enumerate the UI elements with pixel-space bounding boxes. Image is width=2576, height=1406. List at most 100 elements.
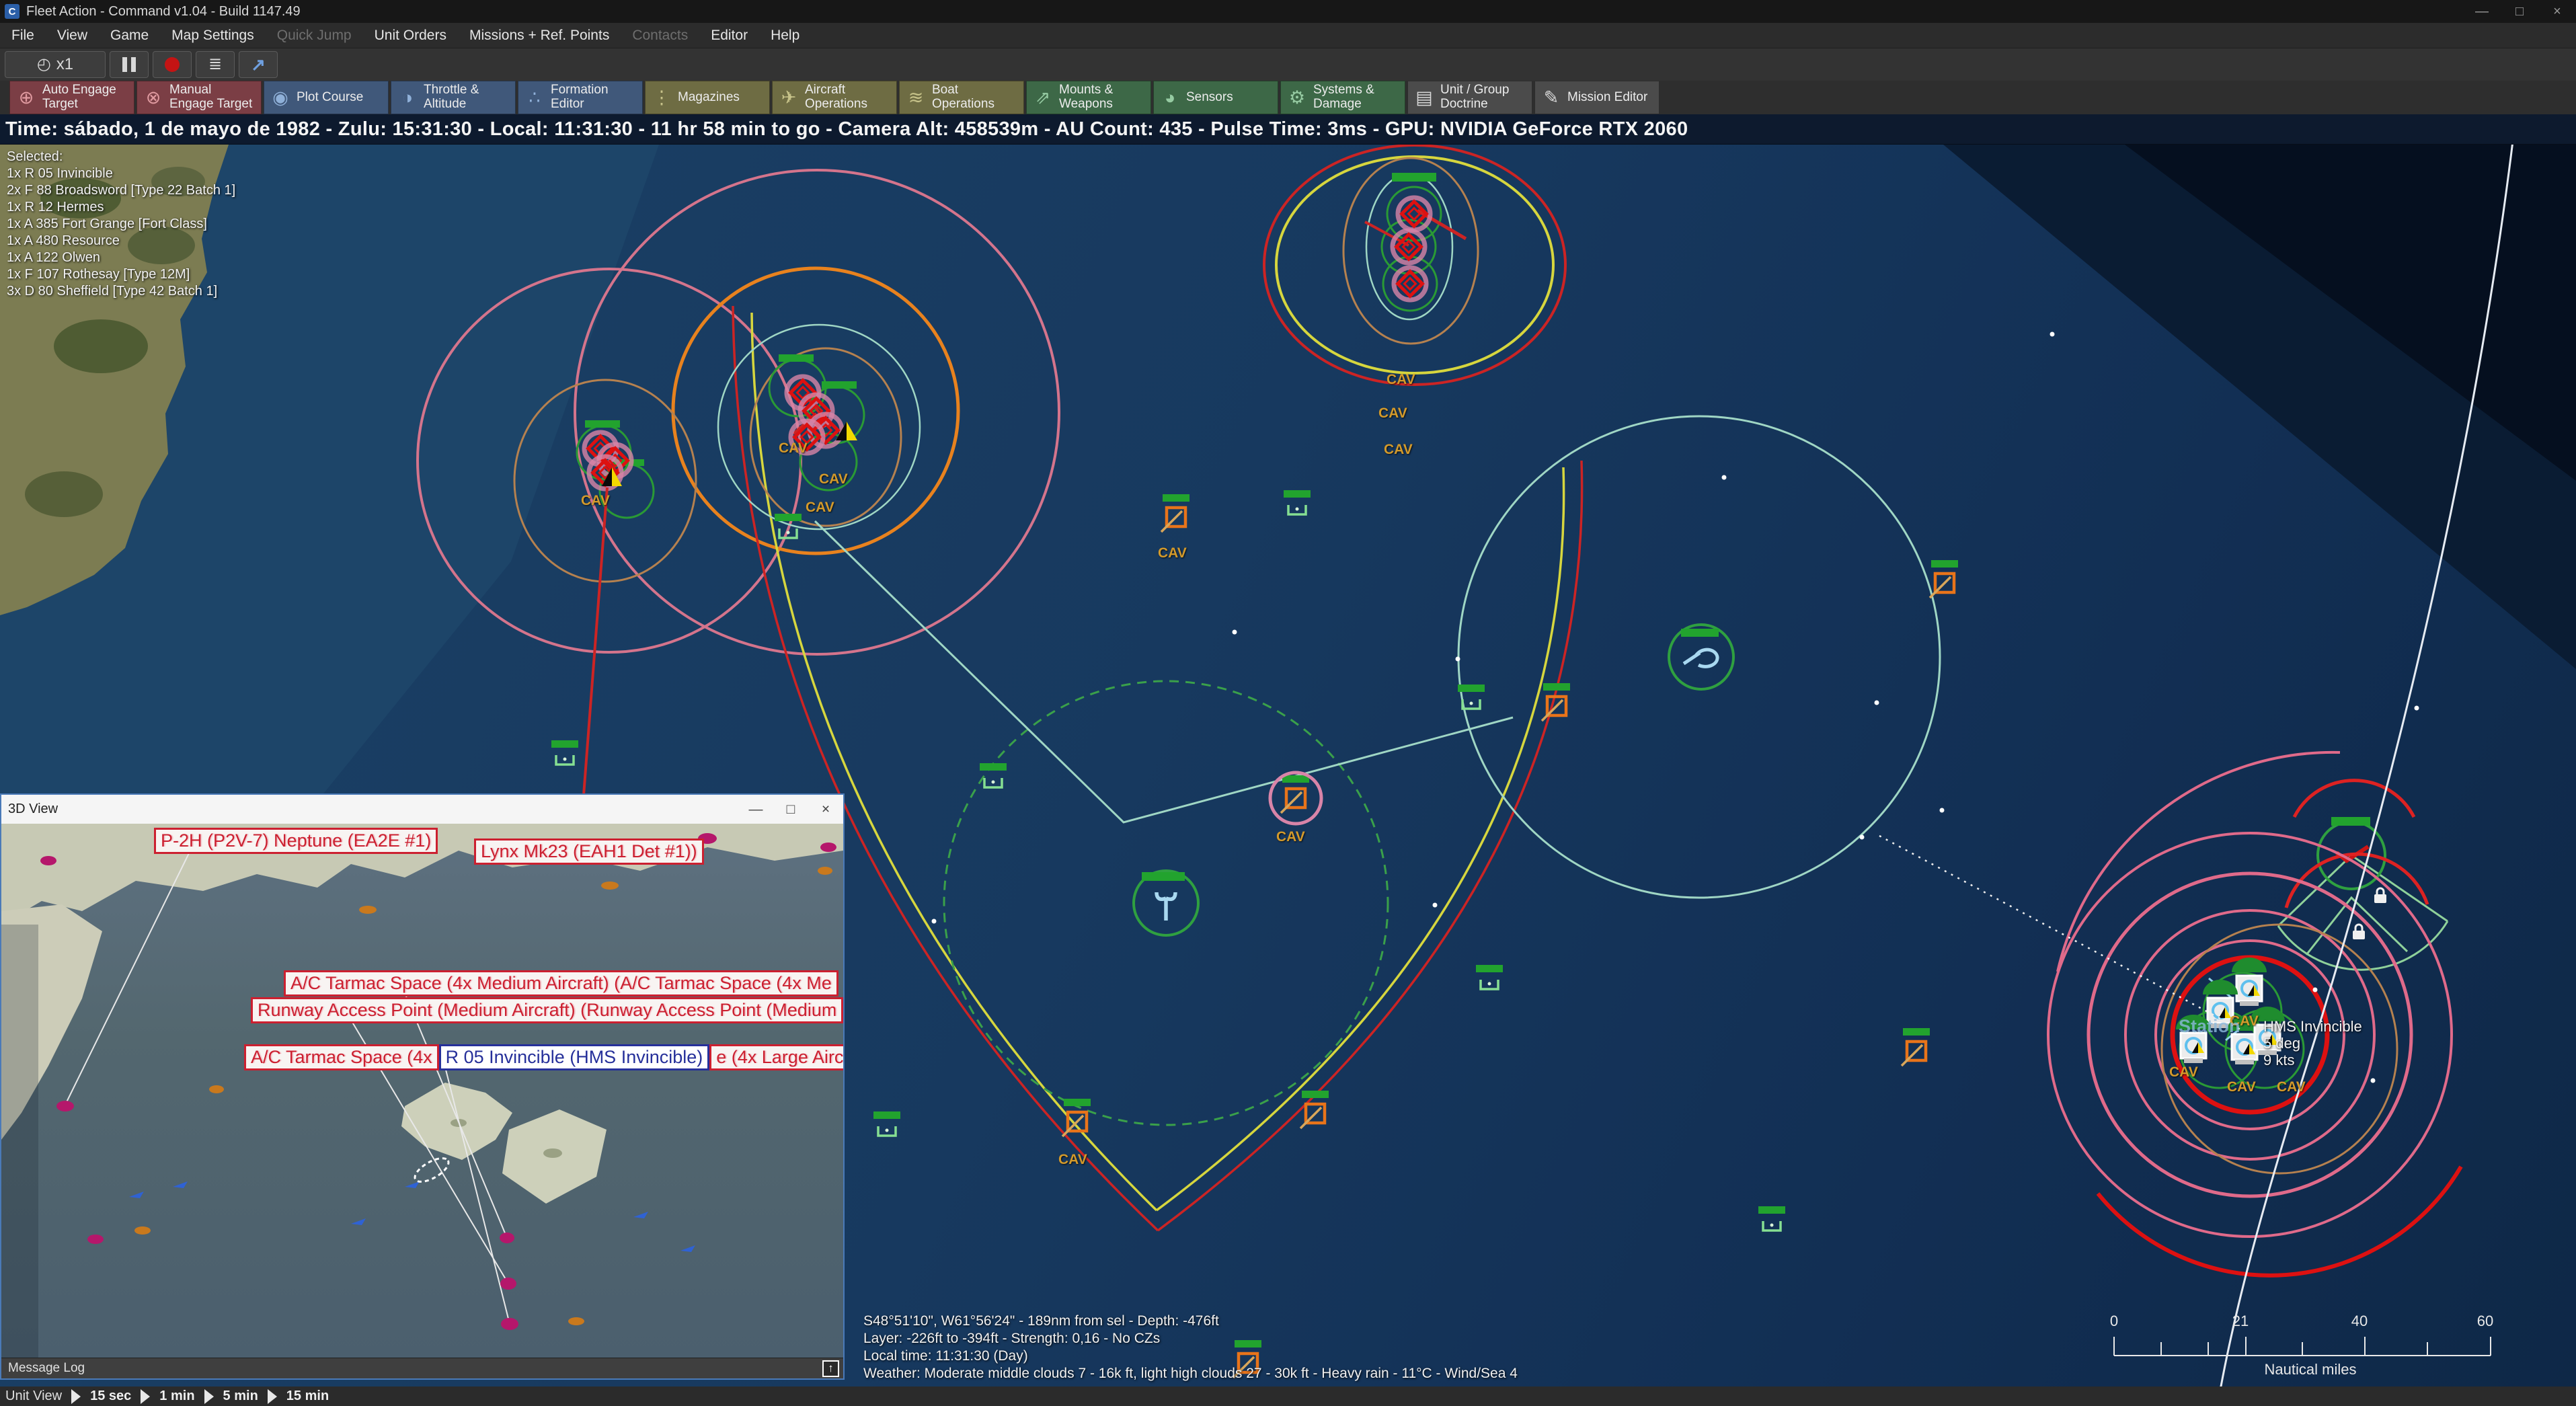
speed-toolbar: ◴ x1 ≣ ↗ xyxy=(0,48,2576,81)
app-icon: C xyxy=(5,4,19,19)
view3d-close-icon[interactable]: × xyxy=(808,795,843,824)
layers-icon: ≣ xyxy=(208,56,222,73)
time-step-5min[interactable]: 5 min xyxy=(223,1389,258,1404)
unit-info-name: HMS Invincible xyxy=(2263,1018,2362,1035)
pause-button[interactable] xyxy=(110,51,149,78)
message-log-expand-icon[interactable]: ↑ xyxy=(822,1360,839,1377)
aircraft-ops-label: Aircraft Operations xyxy=(805,83,891,111)
maximize-icon[interactable]: □ xyxy=(2501,0,2538,23)
unit-info-speed: 9 kts xyxy=(2263,1052,2362,1068)
sensors-label: Sensors xyxy=(1186,91,1233,105)
time-step-15min[interactable]: 15 min xyxy=(286,1389,329,1404)
boat-ops-icon: ≋ xyxy=(905,87,927,108)
label-tarmac-1[interactable]: A/C Tarmac Space (4x Medium Aircraft) (A… xyxy=(284,970,838,997)
time-step-arrow-icon[interactable] xyxy=(268,1389,277,1404)
tactical-map[interactable]: Selected: 1x R 05 Invincible 2x F 88 Bro… xyxy=(0,145,2576,1387)
mission-editor-button[interactable]: ✎ Mission Editor xyxy=(1534,81,1660,114)
time-step-arrow-icon[interactable] xyxy=(204,1389,214,1404)
mounts-weapons-label: Mounts & Weapons xyxy=(1059,83,1145,111)
mounts-weapons-icon: ⇗ xyxy=(1032,87,1054,108)
mounts-weapons-button[interactable]: ⇗Mounts & Weapons xyxy=(1026,81,1151,114)
boat-operations-button[interactable]: ≋Boat Operations xyxy=(899,81,1024,114)
menu-file[interactable]: File xyxy=(0,23,46,48)
time-compression-button[interactable]: ◴ x1 xyxy=(5,51,106,78)
contact-label-cav: CAV xyxy=(1384,442,1413,458)
doctrine-icon: ▤ xyxy=(1413,87,1435,108)
scale-ruler xyxy=(2109,1331,2499,1358)
plot-course-button[interactable]: ◉Plot Course xyxy=(264,81,389,114)
menu-editor[interactable]: Editor xyxy=(699,23,759,48)
label-runway[interactable]: Runway Access Point (Medium Aircraft) (R… xyxy=(251,997,843,1023)
menu-help[interactable]: Help xyxy=(759,23,811,48)
selected-unit: 3x D 80 Sheffield [Type 42 Batch 1] xyxy=(7,283,235,300)
station-label: Station xyxy=(2179,1016,2240,1037)
submarine-contact[interactable] xyxy=(1669,625,1733,689)
label-tarmac-3[interactable]: e (4x Large Airc xyxy=(709,1044,843,1070)
scale-tick-60: 60 xyxy=(2477,1313,2493,1330)
sensors-button[interactable]: ◕Sensors xyxy=(1153,81,1278,114)
view3d-minimize-icon[interactable]: — xyxy=(738,795,773,824)
throttle-altitude-button[interactable]: ◑Throttle & Altitude xyxy=(391,81,516,114)
trident-contact[interactable] xyxy=(1134,871,1198,935)
hostile-group-north[interactable] xyxy=(1264,145,1565,385)
menu-unit-orders[interactable]: Unit Orders xyxy=(363,23,458,48)
systems-damage-button[interactable]: ⚙Systems & Damage xyxy=(1280,81,1405,114)
message-log-bar[interactable]: Message Log ↑ xyxy=(1,1358,843,1378)
formation-icon: ∴ xyxy=(524,87,545,108)
time-step-arrow-icon[interactable] xyxy=(71,1389,81,1404)
mission-editor-label: Mission Editor xyxy=(1567,91,1647,105)
contact-label-cav: CAV xyxy=(779,440,808,457)
contact-label-cav: CAV xyxy=(2169,1064,2198,1081)
magazines-button[interactable]: ⋮Magazines xyxy=(645,81,770,114)
view-mode-label[interactable]: Unit View xyxy=(5,1389,62,1404)
magazines-icon: ⋮ xyxy=(651,87,672,108)
label-invincible[interactable]: R 05 Invincible (HMS Invincible) xyxy=(439,1044,710,1070)
view3d-title: 3D View xyxy=(8,802,58,817)
menu-view[interactable]: View xyxy=(46,23,99,48)
map-layers-button[interactable]: ≣ xyxy=(196,51,235,78)
doctrine-label: Unit / Group Doctrine xyxy=(1440,83,1526,111)
menu-map-settings[interactable]: Map Settings xyxy=(160,23,266,48)
selected-unit: 1x A 122 Olwen xyxy=(7,249,235,266)
view3d-hostile-units xyxy=(40,833,836,1330)
bottom-bar: Unit View 15 sec 1 min 5 min 15 min xyxy=(0,1387,2576,1406)
message-log-label: Message Log xyxy=(8,1361,85,1376)
view3d-scene[interactable]: P-2H (P2V-7) Neptune (EA2E #1) Lynx Mk23… xyxy=(1,824,843,1358)
contact-label-cav: CAV xyxy=(2227,1079,2256,1095)
jump-button[interactable]: ↗ xyxy=(239,51,278,78)
throttle-label: Throttle & Altitude xyxy=(424,83,510,111)
menu-quick-jump: Quick Jump xyxy=(266,23,363,48)
systems-damage-label: Systems & Damage xyxy=(1313,83,1399,111)
time-status-bar: Time: sábado, 1 de mayo de 1982 - Zulu: … xyxy=(0,114,2576,145)
time-compression-value: x1 xyxy=(56,55,73,74)
label-lynx[interactable]: Lynx Mk23 (EAH1 Det #1)) xyxy=(474,838,704,865)
contact-label-cav: CAV xyxy=(806,500,834,516)
label-neptune[interactable]: P-2H (P2V-7) Neptune (EA2E #1) xyxy=(154,828,438,854)
record-button[interactable] xyxy=(153,51,192,78)
time-step-arrow-icon[interactable] xyxy=(141,1389,150,1404)
aircraft-operations-button[interactable]: ✈Aircraft Operations xyxy=(772,81,897,114)
formation-editor-button[interactable]: ∴Formation Editor xyxy=(518,81,643,114)
close-icon[interactable]: × xyxy=(2538,0,2576,23)
jump-arrow-icon: ↗ xyxy=(251,54,266,75)
view3d-title-bar[interactable]: 3D View — □ × xyxy=(1,795,843,824)
auto-engage-target-button[interactable]: ⊕Auto Engage Target xyxy=(9,81,134,114)
menu-bar: File View Game Map Settings Quick Jump U… xyxy=(0,23,2576,48)
unit-group-doctrine-button[interactable]: ▤Unit / Group Doctrine xyxy=(1407,81,1532,114)
view3d-window[interactable]: 3D View — □ × xyxy=(0,793,845,1380)
time-step-15sec[interactable]: 15 sec xyxy=(90,1389,131,1404)
record-icon xyxy=(165,57,180,72)
menu-missions-ref-points[interactable]: Missions + Ref. Points xyxy=(458,23,621,48)
contact-label-cav: CAV xyxy=(819,471,848,487)
time-step-1min[interactable]: 1 min xyxy=(159,1389,194,1404)
label-tarmac-2[interactable]: A/C Tarmac Space (4x xyxy=(244,1044,439,1070)
mission-editor-icon: ✎ xyxy=(1540,87,1562,108)
contact-label-cav: CAV xyxy=(1158,545,1187,561)
contact-label-cav: CAV xyxy=(2277,1079,2306,1095)
minimize-icon[interactable]: — xyxy=(2463,0,2501,23)
manual-engage-target-button[interactable]: ⊗Manual Engage Target xyxy=(136,81,262,114)
view3d-maximize-icon[interactable]: □ xyxy=(773,795,808,824)
manual-engage-icon: ⊗ xyxy=(143,87,164,108)
lock-icon xyxy=(2353,925,2365,939)
menu-game[interactable]: Game xyxy=(99,23,160,48)
